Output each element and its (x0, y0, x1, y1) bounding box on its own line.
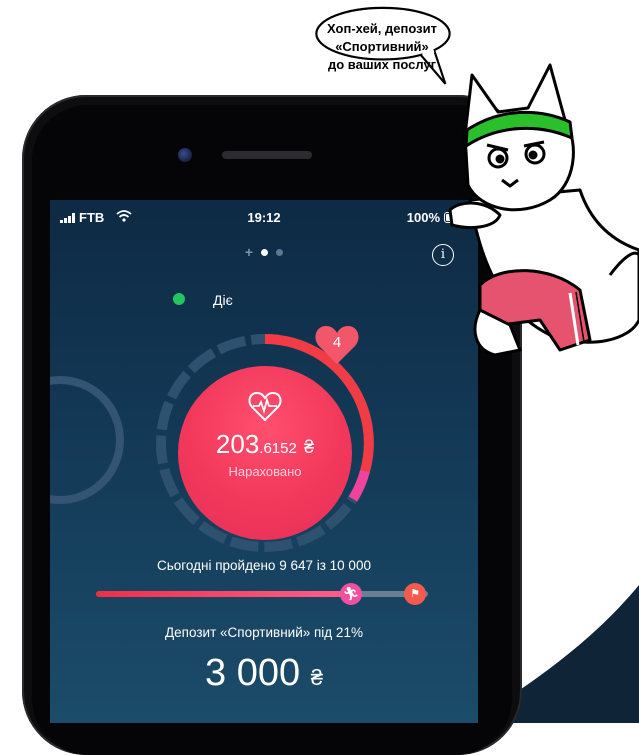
deposit-amount: 3 000 ₴ (50, 652, 478, 695)
steps-today-text: Сьогодні пройдено 9 647 із 10 000 (157, 558, 371, 573)
battery-percent: 100% (406, 210, 440, 225)
deposit-title: Депозит «Спортивний» під 21% (165, 625, 363, 640)
currency-sign: ₴ (304, 437, 315, 457)
steps-progress-fill (96, 591, 353, 597)
cat-mascot (448, 63, 639, 357)
earpiece-speaker (222, 151, 312, 159)
previous-card-ring (50, 376, 124, 504)
bubble-line-1: Хоп-хей, депозит (327, 21, 437, 36)
runner-icon: 🏃︎ (340, 583, 362, 605)
steps-progress-track (96, 591, 428, 597)
page-indicator[interactable]: + (50, 244, 478, 260)
page-dot-active[interactable] (261, 248, 269, 256)
hearts-badge: 4 (314, 324, 360, 366)
page-dot[interactable] (276, 248, 284, 256)
accrued-label: Нараховано (228, 464, 302, 479)
hearts-count: 4 (332, 334, 342, 351)
deposit-state: Діє (173, 292, 233, 308)
front-camera (178, 148, 192, 162)
heart-pulse-icon (248, 392, 282, 422)
deposit-amount-value: 3 000 (205, 652, 301, 694)
accrued-decimals: .6152 (259, 440, 297, 457)
add-page-icon[interactable]: + (245, 244, 253, 260)
accrued-integer: 203 (215, 429, 260, 459)
accrued-circle[interactable]: 203.6152 ₴ Нараховано (178, 366, 352, 540)
finish-flag-icon: ⚑ (404, 583, 426, 605)
state-indicator-dot (173, 293, 185, 305)
deposit-currency: ₴ (310, 665, 323, 690)
app-screen: FTB 19:12 100% + i Діє 4 203.6152 ₴ Нара… (50, 200, 478, 723)
state-label: Діє (213, 292, 233, 308)
accrued-amount: 203.6152 ₴ (178, 429, 352, 460)
